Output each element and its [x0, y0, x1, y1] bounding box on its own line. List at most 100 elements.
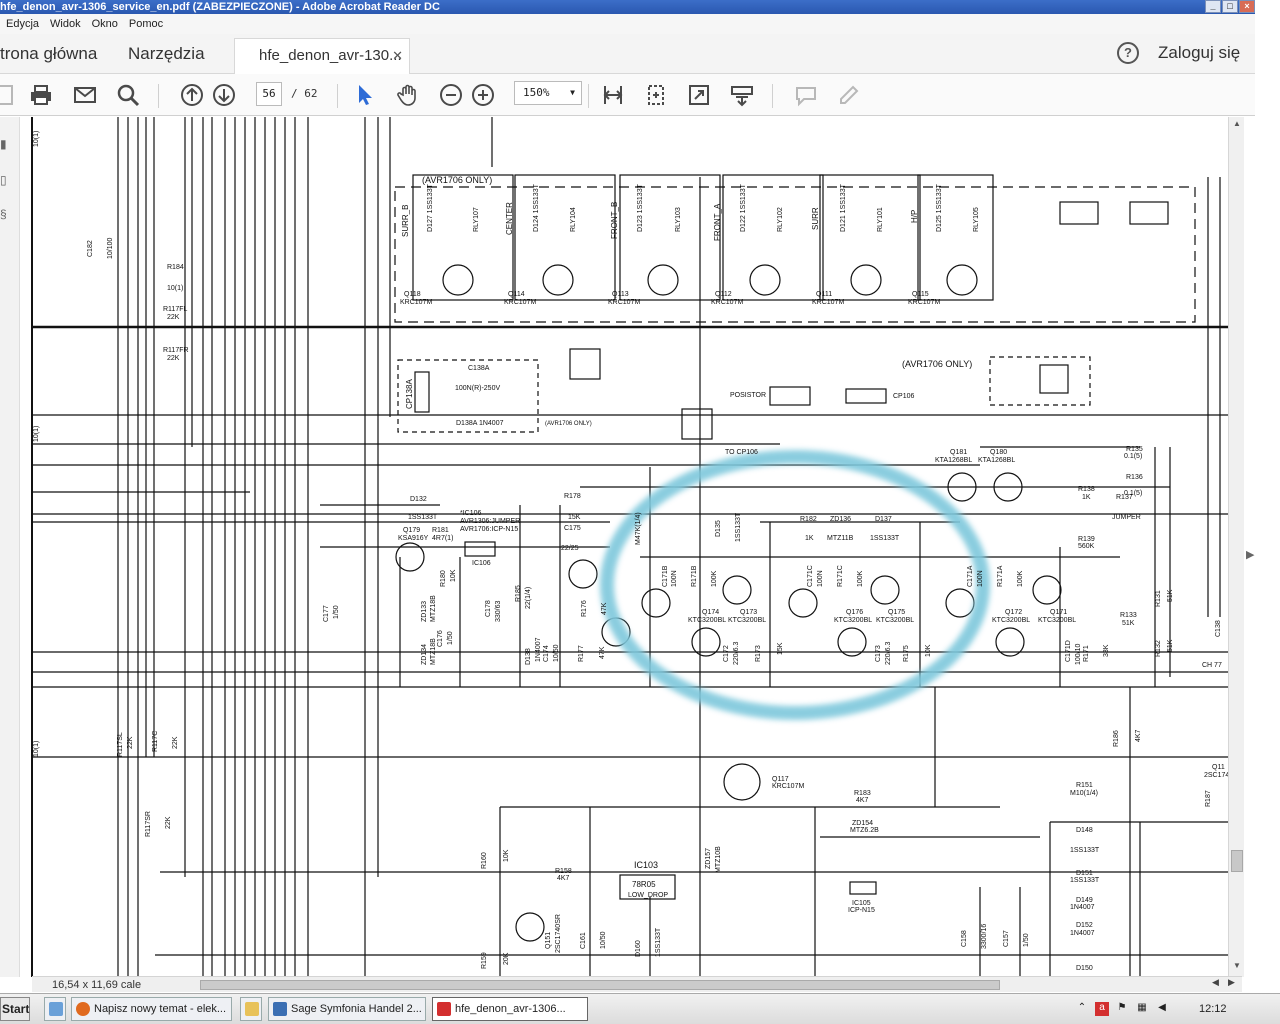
- login-link[interactable]: Zaloguj się: [1158, 43, 1240, 63]
- svg-text:IC105: IC105: [852, 900, 871, 907]
- svg-text:R187: R187: [1205, 790, 1212, 807]
- page-number-input[interactable]: 56: [256, 82, 282, 106]
- vertical-scrollbar[interactable]: ▲ ▼: [1228, 117, 1244, 977]
- svg-text:15K: 15K: [777, 642, 784, 655]
- menu-help[interactable]: Pomoc: [129, 18, 163, 30]
- lock-icon[interactable]: ▮: [0, 137, 12, 153]
- scroll-right-icon[interactable]: ▶: [1228, 977, 1235, 988]
- quick-launch-icon[interactable]: [44, 997, 66, 1021]
- close-window-button[interactable]: ×: [1239, 0, 1255, 13]
- svg-text:C182: C182: [87, 240, 94, 257]
- svg-text:R151: R151: [1076, 782, 1093, 789]
- svg-text:100N: 100N: [671, 570, 678, 587]
- expand-right-pane-icon[interactable]: ▶: [1246, 548, 1254, 561]
- save-icon[interactable]: [0, 82, 16, 108]
- volume-icon[interactable]: ◀: [1155, 1002, 1169, 1016]
- scroll-left-icon[interactable]: ◀: [1212, 977, 1219, 988]
- tab-document[interactable]: hfe_denon_avr-130... ✕: [234, 38, 410, 75]
- folder-icon[interactable]: [240, 997, 262, 1021]
- print-icon[interactable]: [28, 82, 54, 108]
- page-thumbnails-icon[interactable]: ▯: [0, 173, 12, 189]
- sage-icon: [273, 1002, 287, 1016]
- tab-bar: trona główna Narzędzia hfe_denon_avr-130…: [0, 34, 1255, 75]
- svg-text:D123 1SS133T: D123 1SS133T: [637, 183, 644, 232]
- svg-text:1SS133T: 1SS133T: [408, 514, 438, 521]
- svg-text:SURR_B: SURR_B: [401, 205, 410, 237]
- svg-text:CP106: CP106: [893, 393, 915, 400]
- svg-text:RLY102: RLY102: [777, 207, 784, 232]
- svg-text:3300/16: 3300/16: [981, 924, 988, 949]
- zoom-out-icon[interactable]: [438, 82, 464, 108]
- email-icon[interactable]: [72, 82, 98, 108]
- start-button[interactable]: Start: [0, 997, 30, 1021]
- taskbar-item-browser[interactable]: Napisz nowy temat - elek...: [71, 997, 232, 1021]
- svg-text:CENTER: CENTER: [505, 202, 514, 235]
- svg-text:Q11: Q11: [1212, 764, 1225, 771]
- menu-edit[interactable]: Edycja: [6, 18, 39, 30]
- relay-blocks: [412, 174, 994, 301]
- svg-text:C171A: C171A: [967, 565, 974, 587]
- svg-text:R186: R186: [1113, 730, 1120, 747]
- svg-text:RLY101: RLY101: [877, 207, 884, 232]
- zoom-in-icon[interactable]: [470, 82, 496, 108]
- svg-text:4K7: 4K7: [1135, 729, 1142, 742]
- svg-text:D151: D151: [1076, 870, 1093, 877]
- svg-text:KRC107M: KRC107M: [772, 783, 804, 790]
- svg-text:R117SL: R117SL: [117, 732, 124, 757]
- svg-text:100K: 100K: [711, 570, 718, 587]
- svg-text:47K: 47K: [599, 646, 606, 659]
- minimize-button[interactable]: _: [1205, 0, 1221, 13]
- zoom-select[interactable]: 150% ▼: [514, 81, 582, 105]
- fit-page-icon[interactable]: [600, 82, 626, 108]
- svg-text:C173: C173: [875, 645, 882, 662]
- tab-tools[interactable]: Narzędzia: [128, 44, 205, 64]
- menu-view[interactable]: Widok: [50, 18, 81, 30]
- acrobat-tray-icon[interactable]: a: [1095, 1002, 1109, 1016]
- svg-text:Q174: Q174: [702, 609, 719, 616]
- svg-text:4K7: 4K7: [856, 797, 869, 804]
- svg-text:POSISTOR: POSISTOR: [730, 392, 766, 399]
- svg-text:560K: 560K: [1078, 543, 1095, 550]
- scroll-mode-icon[interactable]: [729, 82, 755, 108]
- help-icon[interactable]: ?: [1117, 42, 1139, 64]
- svg-text:0.1(5): 0.1(5): [1124, 490, 1142, 497]
- flag-icon[interactable]: ⚑: [1115, 1002, 1129, 1016]
- svg-text:Q171: Q171: [1050, 609, 1067, 616]
- svg-text:330/63: 330/63: [495, 600, 502, 622]
- attachment-icon[interactable]: §: [0, 207, 12, 223]
- search-icon[interactable]: [115, 82, 141, 108]
- taskbar: Start Napisz nowy temat - elek... Sage S…: [0, 993, 1280, 1024]
- horizontal-scroll-thumb[interactable]: [200, 980, 1000, 990]
- rotate-icon[interactable]: [643, 82, 669, 108]
- svg-text:ICP-N15: ICP-N15: [848, 907, 875, 914]
- tab-home[interactable]: trona główna: [0, 44, 97, 64]
- close-tab-icon[interactable]: ✕: [392, 48, 403, 64]
- select-tool-icon[interactable]: [352, 82, 378, 108]
- svg-text:(AVR1706 ONLY): (AVR1706 ONLY): [422, 175, 492, 185]
- vertical-scroll-thumb[interactable]: [1231, 850, 1243, 872]
- svg-text:MTZ6.2B: MTZ6.2B: [850, 827, 879, 834]
- previous-page-icon[interactable]: [179, 82, 205, 108]
- chevron-up-icon[interactable]: ⌃: [1075, 1002, 1089, 1016]
- taskbar-item-sage[interactable]: Sage Symfonia Handel 2...: [268, 997, 426, 1021]
- maximize-button[interactable]: □: [1222, 0, 1238, 13]
- hand-tool-icon[interactable]: [395, 82, 421, 108]
- document-viewport[interactable]: (AVR1706 ONLY) (AVR1706 ONLY) (AVR1706 O…: [20, 117, 1256, 977]
- svg-text:MTZ18B: MTZ18B: [430, 595, 437, 622]
- window-titlebar: hfe_denon_avr-1306_service_en.pdf (ZABEZ…: [0, 0, 1255, 14]
- next-page-icon[interactable]: [211, 82, 237, 108]
- taskbar-item-acrobat[interactable]: hfe_denon_avr-1306...: [432, 997, 588, 1021]
- svg-text:C171B: C171B: [662, 565, 669, 587]
- scroll-down-icon[interactable]: ▼: [1229, 959, 1245, 973]
- scroll-up-icon[interactable]: ▲: [1229, 117, 1245, 131]
- svg-text:1/50: 1/50: [447, 631, 454, 645]
- svg-text:(AVR1706 ONLY): (AVR1706 ONLY): [902, 359, 972, 369]
- comment-icon[interactable]: [793, 82, 819, 108]
- network-icon[interactable]: ▦: [1135, 1002, 1149, 1016]
- full-screen-icon[interactable]: [686, 82, 712, 108]
- svg-text:LOW_DROP: LOW_DROP: [628, 892, 668, 899]
- svg-text:R184: R184: [167, 264, 184, 271]
- highlight-icon[interactable]: [836, 82, 862, 108]
- svg-text:KTC3200BL: KTC3200BL: [876, 617, 914, 624]
- menu-window[interactable]: Okno: [92, 18, 118, 30]
